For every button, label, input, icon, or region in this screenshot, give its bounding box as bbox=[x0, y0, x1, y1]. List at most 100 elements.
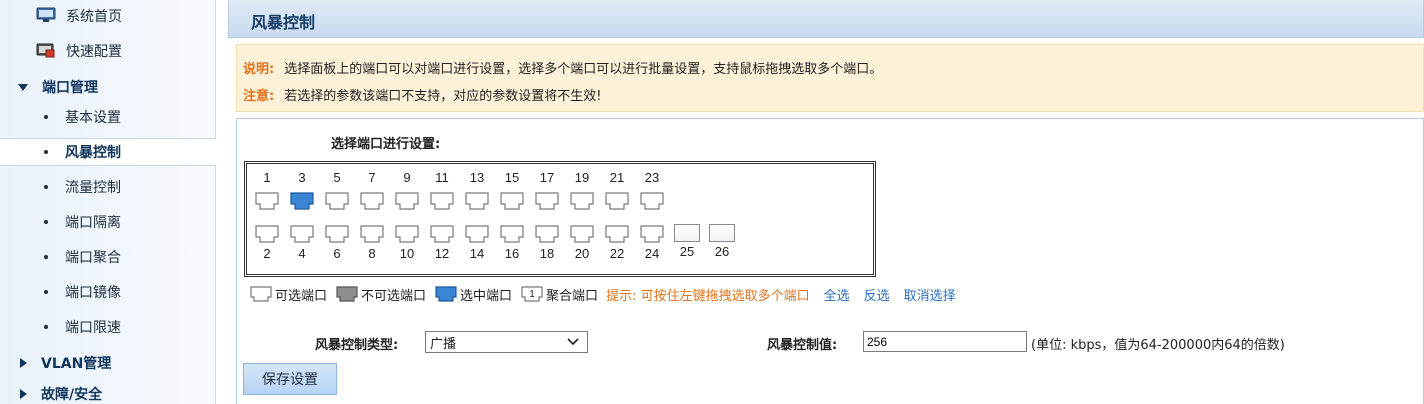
port-20-icon[interactable] bbox=[569, 224, 595, 244]
port-19-icon[interactable] bbox=[569, 191, 595, 211]
bullet-icon bbox=[44, 255, 48, 259]
main-content: 风暴控制 说明: 选择面板上的端口可以对端口进行设置，选择多个端口可以进行批量设置… bbox=[228, 0, 1424, 404]
storm-unit-text: (单位: kbps，值为64-200000内64的倍数) bbox=[1031, 338, 1285, 353]
notice-explain: 说明: 选择面板上的端口可以对端口进行设置，选择多个端口可以进行批量设置，支持鼠标… bbox=[243, 58, 882, 77]
sidebar-item-port-rate-limit[interactable]: 端口限速 bbox=[0, 313, 216, 341]
storm-value-input[interactable] bbox=[863, 331, 1027, 352]
monitor-icon bbox=[36, 7, 56, 22]
port-number: 8 bbox=[368, 246, 376, 261]
sidebar-item-label: 端口隔离 bbox=[65, 215, 121, 231]
sidebar-item-label: 风暴控制 bbox=[65, 145, 121, 161]
port-18-icon[interactable] bbox=[534, 224, 560, 244]
bullet-icon bbox=[44, 220, 48, 224]
chevron-down-icon bbox=[567, 338, 579, 346]
legend-unselectable: 不可选端口 bbox=[361, 288, 427, 304]
port-number: 24 bbox=[644, 246, 660, 261]
port-15-icon[interactable] bbox=[499, 191, 525, 211]
chevron-right-icon bbox=[20, 358, 27, 368]
sidebar-group-vlan[interactable]: VLAN管理 bbox=[0, 349, 216, 377]
sidebar-port-mgmt-label: 端口管理 bbox=[42, 80, 98, 96]
port-number: 1 bbox=[263, 170, 271, 185]
storm-value-label: 风暴控制值: bbox=[767, 338, 838, 353]
sidebar-group-port-mgmt[interactable]: 端口管理 bbox=[0, 73, 216, 101]
port-number: 25 bbox=[679, 244, 695, 259]
sidebar-home-label: 系统首页 bbox=[66, 9, 122, 25]
port-number: 2 bbox=[263, 246, 271, 261]
port-number: 18 bbox=[539, 246, 555, 261]
storm-type-select[interactable]: 广播 bbox=[425, 331, 588, 353]
sidebar-group-fault-security[interactable]: 故障/安全 bbox=[0, 380, 216, 404]
sidebar-item-label: 基本设置 bbox=[65, 110, 121, 126]
port-14-icon[interactable] bbox=[464, 224, 490, 244]
port-number: 11 bbox=[435, 170, 449, 185]
notice-explain-text: 选择面板上的端口可以对端口进行设置，选择多个端口可以进行批量设置，支持鼠标拖拽选… bbox=[284, 62, 883, 77]
port-number: 22 bbox=[609, 246, 625, 261]
sidebar-item-port-mirror[interactable]: 端口镜像 bbox=[0, 278, 216, 306]
sidebar-item-label: 流量控制 bbox=[65, 180, 121, 196]
port-number: 20 bbox=[574, 246, 590, 261]
notice-attention-text: 若选择的参数该端口不支持，对应的参数设置将不生效! bbox=[284, 89, 602, 104]
sidebar-item-label: 端口聚合 bbox=[65, 250, 121, 266]
storm-settings-row: 风暴控制类型: 广播 风暴控制值: (单位: kbps，值为64-200000内… bbox=[237, 331, 1424, 355]
sidebar-item-port-isolation[interactable]: 端口隔离 bbox=[0, 208, 216, 236]
invert-selection-link[interactable]: 反选 bbox=[864, 285, 890, 304]
port-22-icon[interactable] bbox=[604, 224, 630, 244]
port-10-icon[interactable] bbox=[394, 224, 420, 244]
sidebar-item-flow-control[interactable]: 流量控制 bbox=[0, 173, 216, 201]
port-number: 6 bbox=[333, 246, 341, 261]
save-button[interactable]: 保存设置 bbox=[243, 363, 337, 395]
sidebar-item-home[interactable]: 系统首页 bbox=[0, 2, 216, 30]
select-all-link[interactable]: 全选 bbox=[824, 285, 850, 304]
port-number: 10 bbox=[399, 246, 415, 261]
port-number: 13 bbox=[469, 170, 485, 185]
unselectable-port-icon bbox=[336, 286, 358, 302]
storm-type-value: 广播 bbox=[430, 336, 457, 352]
port-1-icon[interactable] bbox=[254, 191, 280, 211]
port-7-icon[interactable] bbox=[359, 191, 385, 211]
port-5-icon[interactable] bbox=[324, 191, 350, 211]
port-number: 26 bbox=[714, 244, 730, 259]
bullet-icon bbox=[44, 325, 48, 329]
port-12-icon[interactable] bbox=[429, 224, 455, 244]
port-6-icon[interactable] bbox=[324, 224, 350, 244]
port-2-icon[interactable] bbox=[254, 224, 280, 244]
cancel-selection-link[interactable]: 取消选择 bbox=[904, 285, 956, 304]
page-title: 风暴控制 bbox=[251, 13, 316, 32]
sidebar-item-port-aggregation[interactable]: 端口聚合 bbox=[0, 243, 216, 271]
port-number: 12 bbox=[434, 246, 450, 261]
port-number: 23 bbox=[644, 170, 660, 185]
port-13-icon[interactable] bbox=[464, 191, 490, 211]
fiber-port-26[interactable] bbox=[709, 224, 735, 242]
bullet-icon bbox=[44, 290, 48, 294]
port-17-icon[interactable] bbox=[534, 191, 560, 211]
sidebar-item-quick-config[interactable]: 快速配置 bbox=[0, 37, 216, 65]
port-number: 5 bbox=[333, 170, 341, 185]
bullet-icon bbox=[44, 150, 48, 154]
port-3-icon[interactable] bbox=[289, 191, 315, 211]
chevron-right-icon bbox=[20, 389, 27, 399]
port-24-icon[interactable] bbox=[639, 224, 665, 244]
select-port-title: 选择端口进行设置: bbox=[331, 137, 441, 152]
notice-explain-tag: 说明: bbox=[243, 62, 275, 77]
port-legend: 可选端口 不可选端口 选中端口 1 聚合端口 提示: 可按住左键拖拽选取多个端口… bbox=[249, 283, 956, 305]
chevron-down-icon bbox=[18, 83, 28, 91]
port-4-icon[interactable] bbox=[289, 224, 315, 244]
fiber-port-25[interactable] bbox=[674, 224, 700, 242]
notice-attention: 注意: 若选择的参数该端口不支持，对应的参数设置将不生效! bbox=[243, 85, 601, 104]
legend-hint: 提示: 可按住左键拖拽选取多个端口 bbox=[606, 288, 810, 304]
port-8-icon[interactable] bbox=[359, 224, 385, 244]
port-21-icon[interactable] bbox=[604, 191, 630, 211]
sidebar-item-storm-control[interactable]: 风暴控制 bbox=[0, 138, 216, 166]
port-23-icon[interactable] bbox=[639, 191, 665, 211]
selected-port-icon bbox=[435, 286, 457, 302]
legend-selected: 选中端口 bbox=[460, 288, 513, 304]
port-16-icon[interactable] bbox=[499, 224, 525, 244]
aggregated-icon-number: 1 bbox=[529, 289, 535, 300]
aggregated-port-icon: 1 bbox=[521, 286, 543, 302]
port-number: 17 bbox=[539, 170, 555, 185]
port-11-icon[interactable] bbox=[429, 191, 455, 211]
port-panel[interactable]: 1 3 5 7 9 11 13 15 17 19 21 23 2 4 6 8 10 12 14 16 18 20 22 24 2… bbox=[244, 161, 876, 277]
port-number: 14 bbox=[469, 246, 485, 261]
port-9-icon[interactable] bbox=[394, 191, 420, 211]
sidebar-item-basic[interactable]: 基本设置 bbox=[0, 103, 216, 131]
